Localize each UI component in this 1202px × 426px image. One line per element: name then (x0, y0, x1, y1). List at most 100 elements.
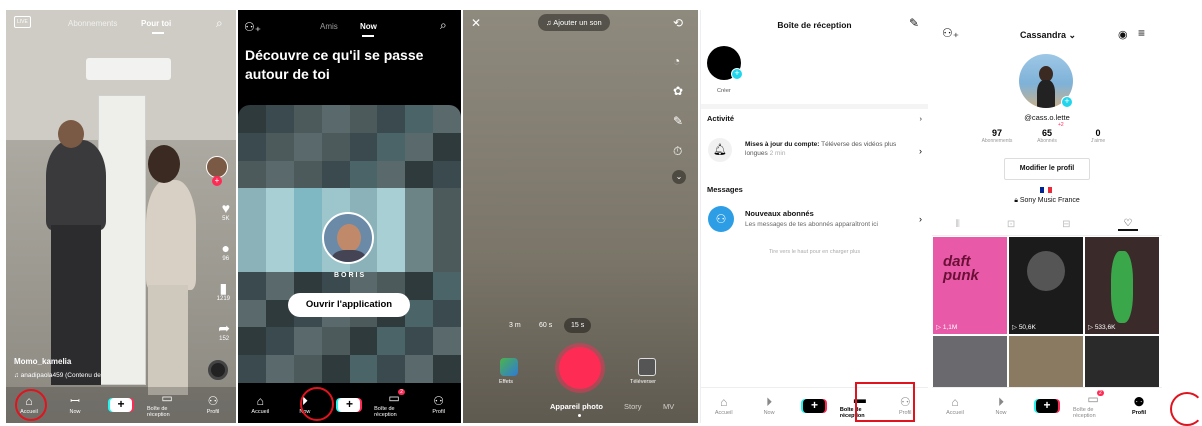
preview-tile (238, 160, 266, 189)
stat-following[interactable]: 97 Abonnements (972, 128, 1022, 144)
close-icon[interactable]: ✕ (471, 16, 481, 30)
add-sound-button[interactable]: ♫ Ajouter un son (538, 14, 610, 31)
heart-icon: ♥ (221, 200, 230, 216)
new-followers-title[interactable]: Nouveaux abonnés (745, 209, 814, 218)
nav-create[interactable]: + (329, 398, 369, 412)
profile-tabs: ⦀ ⊡ ⊟ ♡ (932, 214, 1162, 236)
upload-icon[interactable] (638, 358, 656, 376)
nav-profile[interactable]: ⚇ Profil (419, 395, 459, 415)
compose-icon[interactable]: ✎ (909, 16, 919, 30)
sound-label[interactable]: ♫ anadipaola459 (Contenu de (14, 372, 144, 379)
open-app-button[interactable]: Ouvrir l'application (288, 293, 410, 317)
preview-tile (433, 160, 461, 189)
add-friend-icon[interactable]: ⚇₊ (244, 20, 261, 34)
profile-handle: @cass.o.lette (1024, 113, 1070, 122)
stat-likes[interactable]: 0 J'aime (1073, 128, 1123, 144)
preview-tile (405, 105, 434, 133)
inbox-badge: 2 (1097, 389, 1104, 396)
nav-now[interactable]: ꟷ Now (55, 395, 95, 415)
chevron-down-icon[interactable]: ⌄ (672, 170, 686, 184)
preview-tile (293, 355, 322, 383)
videos-grid-icon[interactable]: ⦀ (955, 219, 959, 230)
search-icon[interactable]: ⌕ (216, 16, 223, 31)
activity-header[interactable]: Activité › (707, 114, 922, 123)
speed-icon[interactable]: ◔ (673, 54, 680, 68)
tab-now[interactable]: Now (360, 22, 377, 31)
stat-followers[interactable]: 65 Abonnés (1022, 128, 1072, 144)
home-icon: ⌂ (720, 394, 728, 409)
tab-friends[interactable]: Amis (320, 22, 338, 31)
preview-tile (293, 132, 322, 161)
creator-avatar[interactable] (206, 156, 228, 178)
nav-create[interactable]: + (101, 398, 141, 412)
like-button[interactable]: ♥ 5K (222, 200, 230, 222)
profile-username[interactable]: Cassandra ⌄ (1020, 30, 1076, 41)
lock-icon[interactable]: ⊡ (1007, 219, 1015, 230)
preview-tile (377, 355, 406, 383)
nav-home[interactable]: ⌂ Accueil (704, 396, 744, 416)
chevron-right-icon: › (919, 146, 922, 156)
duration-60s[interactable]: 60 s (539, 322, 552, 329)
liked-videos-icon[interactable]: ♡ (1117, 218, 1139, 231)
nav-create[interactable]: + (1027, 398, 1067, 413)
preview-tile (238, 355, 266, 383)
nav-inbox[interactable]: ▭ Boîte de réception 2 (374, 389, 414, 418)
nav-now[interactable]: ⏵ Now (981, 396, 1021, 416)
tagged-icon[interactable]: ⊟ (1062, 219, 1070, 230)
screen-for-you-feed: LIVE Abonnements Pour toi ⌕ + ♥ 5K ● 96 ▮ 1… (6, 10, 236, 423)
eye-icon[interactable]: ◉ (1118, 28, 1128, 41)
flip-camera-icon[interactable]: ⟲ (673, 16, 683, 30)
preview-tile (377, 216, 406, 244)
mode-mv[interactable]: MV (663, 402, 674, 411)
preview-tile (433, 188, 461, 217)
new-followers-text: Les messages de tes abonnés apparaîtront… (745, 221, 878, 228)
preview-tile (433, 327, 461, 356)
plus-icon: + (1061, 96, 1073, 108)
nav-home[interactable]: ⌂ Accueil (240, 395, 280, 415)
nav-inbox[interactable]: ▭ Boîte de réception 2 (1073, 389, 1113, 419)
preview-tile (349, 160, 378, 189)
beauty-icon[interactable]: ✿ (673, 84, 683, 98)
comment-button[interactable]: ● 96 (222, 240, 230, 262)
now-icon: ꟷ (70, 394, 80, 408)
effects-icon[interactable] (500, 358, 518, 376)
preview-tile (377, 160, 406, 189)
nav-inbox[interactable]: ▭ Boîte de réception (147, 392, 187, 418)
create-label: Créer (717, 88, 731, 94)
save-button[interactable]: ▮ 1219 (217, 280, 230, 302)
duration-15s[interactable]: 15 s (564, 318, 592, 333)
follow-plus-icon[interactable]: + (212, 176, 222, 186)
profile-bio[interactable]: 🔒︎ Sony Music France (932, 197, 1162, 205)
inbox-title[interactable]: Boîte de réception (701, 20, 928, 30)
timer-icon[interactable]: ⏱ (673, 144, 682, 159)
video-thumbnail-3[interactable]: ▷ 533,6K (1085, 237, 1159, 334)
nav-home[interactable]: ⌂ Accueil (935, 396, 975, 416)
add-friend-icon[interactable]: ⚇₊ (942, 26, 959, 40)
filters-icon[interactable]: ✎ (673, 114, 683, 128)
preview-tile (433, 355, 461, 383)
nav-now[interactable]: ⏵ Now (749, 396, 789, 416)
share-button[interactable]: ➦ 152 (218, 320, 230, 342)
record-button[interactable] (559, 347, 601, 389)
tab-following[interactable]: Abonnements (68, 19, 117, 28)
menu-icon[interactable]: ≡ (1138, 26, 1145, 40)
preview-tile (377, 243, 406, 272)
video-username[interactable]: Momo_kamelia (14, 357, 71, 366)
duration-3m[interactable]: 3 m (509, 322, 521, 329)
preview-tile (265, 216, 294, 244)
nav-create[interactable]: + (794, 398, 834, 413)
nav-profile[interactable]: ⚇ Profil (193, 395, 233, 415)
screen-inbox: Boîte de réception ✎ + Créer Activité › 🔔… (700, 10, 928, 423)
music-disc-icon[interactable] (208, 360, 228, 380)
tab-for-you[interactable]: Pour toi (141, 19, 171, 28)
video-thumbnail-1[interactable]: daft punk ▷ 1,1M (933, 237, 1007, 334)
mode-camera[interactable]: Appareil photo (550, 402, 603, 411)
video-thumbnail-2[interactable]: ▷ 50,6K (1009, 237, 1083, 334)
live-button[interactable]: LIVE (14, 16, 31, 28)
nav-profile[interactable]: ⚉ Profil (1119, 396, 1159, 416)
preview-tile (321, 132, 350, 161)
activity-item[interactable]: Mises à jour du compte: Téléverse des vi… (745, 140, 905, 158)
edit-profile-button[interactable]: Modifier le profil (1004, 158, 1090, 180)
mode-story[interactable]: Story (624, 402, 642, 411)
search-icon[interactable]: ⌕ (440, 18, 447, 33)
